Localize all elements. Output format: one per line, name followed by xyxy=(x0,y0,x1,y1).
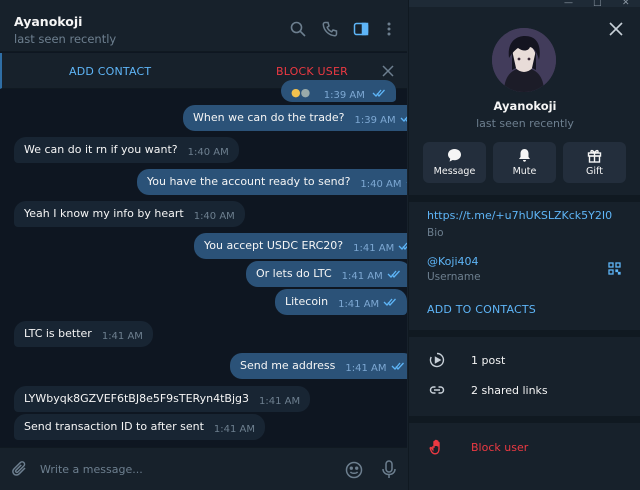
message-text: Litecoin xyxy=(285,295,329,308)
message-button-label: Message xyxy=(433,166,476,177)
user-info-panel: — □ ✕ Ayanokoji last seen recently Messa… xyxy=(408,0,640,490)
sidebar-toggle-icon[interactable] xyxy=(353,21,369,37)
avatar[interactable] xyxy=(492,28,556,92)
message-text: When we can do the trade? xyxy=(193,111,345,124)
message-time: 1:39 AM xyxy=(354,115,396,126)
message-time: 1:41 AM xyxy=(101,331,143,342)
bio-label: Bio xyxy=(427,227,444,239)
more-vertical-icon[interactable] xyxy=(381,21,397,37)
bio-link[interactable]: https://t.me/+u7hUKSLZKck5Y2I0 xyxy=(427,209,612,222)
add-to-contacts-button[interactable]: ADD TO CONTACTS xyxy=(427,303,536,316)
search-icon[interactable] xyxy=(290,21,306,37)
message-bubble[interactable]: LYWbyqk8GZVEF6tBJ8e5F9sTERyn4tBjg3 1:41 A… xyxy=(14,386,311,412)
message-bubble[interactable]: When we can do the trade? 1:39 AM xyxy=(183,105,407,131)
message-text: LTC is better xyxy=(24,327,92,340)
message-bubble[interactable]: Yeah I know my info by heart 1:40 AM xyxy=(14,201,245,227)
emoji-icon[interactable] xyxy=(345,461,363,479)
message-time: 1:41 AM xyxy=(213,424,255,435)
message-time: 1:40 AM xyxy=(193,211,235,222)
message-time: 1:41 AM xyxy=(338,299,380,310)
message-icon xyxy=(447,148,462,163)
message-bubble[interactable]: Litecoin 1:41 AM xyxy=(275,289,407,315)
bell-icon xyxy=(517,148,532,163)
message-text: You have the account ready to send? xyxy=(147,175,351,188)
chat-header: Ayanokoji last seen recently xyxy=(0,0,407,52)
posts-count: 1 post xyxy=(471,354,506,367)
window-close-icon[interactable]: ✕ xyxy=(622,0,630,8)
profile-name: Ayanokoji xyxy=(493,99,557,113)
block-user-row[interactable]: Block user xyxy=(409,433,640,463)
paperclip-icon[interactable] xyxy=(12,460,28,478)
message-time: 1:41 AM xyxy=(258,396,301,407)
message-text: You accept USDC ERC20? xyxy=(204,239,344,252)
message-time: 1:41 AM xyxy=(345,363,387,374)
gift-button[interactable]: Gift xyxy=(563,142,626,183)
phone-icon[interactable] xyxy=(322,21,338,37)
message-bubble[interactable]: Or lets do LTC 1:41 AM xyxy=(246,261,407,287)
gift-button-label: Gift xyxy=(586,166,603,177)
qr-code-icon[interactable] xyxy=(608,262,621,275)
message-text: Or lets do LTC xyxy=(256,267,332,280)
username-value[interactable]: @Koji404 xyxy=(427,255,479,268)
message-composer xyxy=(0,447,407,490)
shared-links-count: 2 shared links xyxy=(471,384,548,397)
message-time: 1:40 AM xyxy=(187,147,229,158)
close-panel-icon[interactable] xyxy=(609,22,623,36)
message-bubble[interactable]: You accept USDC ERC20? 1:41 AM xyxy=(194,233,407,259)
message-text: Send transaction ID to after sent xyxy=(24,420,204,433)
message-time: 1:41 AM xyxy=(353,243,395,254)
read-ticks-icon xyxy=(391,361,405,371)
microphone-icon[interactable] xyxy=(381,460,397,479)
window-controls: — □ ✕ xyxy=(409,0,640,8)
chat-status: last seen recently xyxy=(14,32,117,46)
section-divider xyxy=(409,330,640,337)
message-time: 1:40 AM xyxy=(360,179,402,190)
shared-links-row[interactable]: 2 shared links xyxy=(409,376,640,406)
maximize-icon[interactable]: □ xyxy=(593,0,602,8)
mute-button-label: Mute xyxy=(512,166,537,177)
read-ticks-icon xyxy=(398,241,407,251)
message-text: We can do it rn if you want? xyxy=(24,143,178,156)
message-bubble[interactable]: Send me address 1:41 AM xyxy=(230,353,407,379)
message-text: LYWbyqk8GZVEF6tBJ8e5F9sTERyn4tBjg3 xyxy=(24,392,249,405)
read-ticks-icon xyxy=(383,297,397,307)
link-icon xyxy=(429,382,445,398)
profile-status: last seen recently xyxy=(476,117,574,130)
message-time: 1:41 AM xyxy=(341,271,383,282)
read-ticks-icon xyxy=(406,177,407,187)
play-circle-icon xyxy=(429,352,445,368)
message-text: Yeah I know my info by heart xyxy=(24,207,184,220)
minimize-icon[interactable]: — xyxy=(564,0,573,8)
username-label: Username xyxy=(427,271,481,283)
section-divider xyxy=(409,416,640,423)
section-divider xyxy=(409,195,640,202)
read-ticks-icon xyxy=(387,269,401,279)
message-bubble[interactable]: LTC is better 1:41 AM xyxy=(14,321,153,347)
gift-icon xyxy=(587,148,602,163)
message-bubble[interactable]: Send transaction ID to after sent 1:41 AM xyxy=(14,414,265,440)
message-input[interactable] xyxy=(40,458,330,480)
close-icon[interactable] xyxy=(382,65,394,77)
hand-stop-icon xyxy=(429,439,445,455)
message-bubble[interactable]: You have the account ready to send? 1:40 … xyxy=(137,169,407,195)
chat-title[interactable]: Ayanokoji xyxy=(14,14,82,29)
message-button[interactable]: Message xyxy=(423,142,486,183)
add-contact-button[interactable]: ADD CONTACT xyxy=(69,65,151,78)
block-user-label: Block user xyxy=(471,441,529,454)
posts-row[interactable]: 1 post xyxy=(409,346,640,376)
message-bubble[interactable]: ●● 1:39 AM xyxy=(281,80,397,102)
read-ticks-icon xyxy=(400,113,407,123)
chat-pane: Ayanokoji last seen recently ADD CONTACT… xyxy=(0,0,407,490)
message-text: Send me address xyxy=(240,359,336,372)
message-time: 1:39 AM xyxy=(323,90,365,101)
read-ticks-icon xyxy=(372,88,386,98)
block-user-button[interactable]: BLOCK USER xyxy=(276,65,348,78)
telegram-window: Ayanokoji last seen recently ADD CONTACT… xyxy=(0,0,640,490)
message-bubble[interactable]: We can do it rn if you want? 1:40 AM xyxy=(14,137,239,163)
mute-button[interactable]: Mute xyxy=(493,142,556,183)
